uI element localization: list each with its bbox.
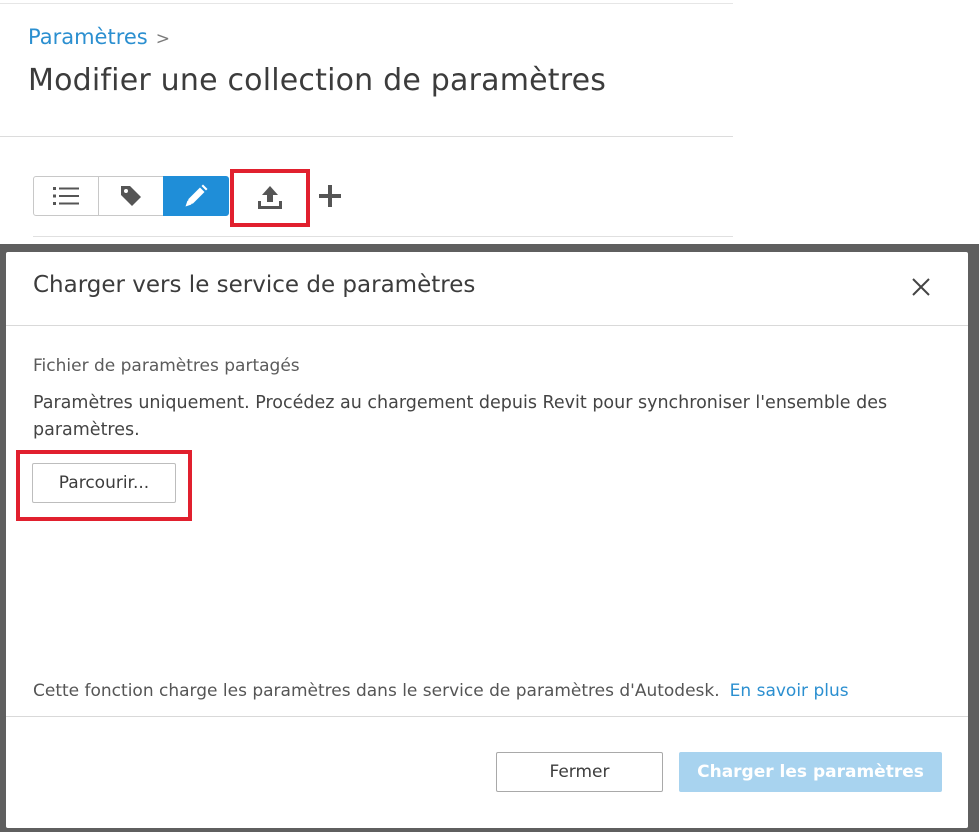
- page-title: Modifier une collection de paramètres: [28, 63, 607, 98]
- tag-icon: [121, 186, 141, 206]
- breadcrumb-link-parametres[interactable]: Paramètres: [28, 25, 148, 49]
- dialog-close-button[interactable]: [906, 272, 936, 302]
- upload-button[interactable]: [230, 168, 310, 227]
- dialog-title: Charger vers le service de paramètres: [33, 272, 476, 298]
- browse-button[interactable]: Parcourir...: [32, 463, 176, 503]
- page-header-panel: Paramètres > Modifier une collection de p…: [0, 0, 733, 244]
- plus-icon: [319, 185, 341, 207]
- toolbar: [33, 168, 344, 227]
- breadcrumb: Paramètres >: [28, 25, 170, 49]
- tag-button[interactable]: [98, 176, 164, 216]
- upload-icon: [258, 185, 282, 209]
- close-button[interactable]: Fermer: [496, 752, 663, 792]
- upload-dialog: Charger vers le service de paramètres Fi…: [6, 252, 968, 828]
- dialog-description: Paramètres uniquement. Procédez au charg…: [33, 393, 888, 440]
- list-icon: [53, 187, 79, 205]
- upload-parameters-button[interactable]: Charger les paramètres: [679, 752, 942, 792]
- dialog-footer-divider: [6, 716, 968, 717]
- learn-more-link[interactable]: En savoir plus: [730, 681, 849, 701]
- dialog-header-divider: [6, 325, 968, 326]
- top-divider: [0, 3, 733, 4]
- add-button[interactable]: [316, 176, 344, 216]
- breadcrumb-separator: >: [155, 29, 170, 49]
- footnote-text: Cette fonction charge les paramètres dan…: [33, 681, 720, 701]
- close-icon: [912, 278, 930, 296]
- pencil-icon: [185, 184, 208, 207]
- toolbar-divider: [33, 236, 733, 237]
- dialog-footnote: Cette fonction charge les paramètres dan…: [33, 681, 849, 701]
- list-view-button[interactable]: [33, 176, 99, 216]
- shared-params-file-label: Fichier de paramètres partagés: [33, 356, 300, 376]
- edit-button[interactable]: [163, 176, 229, 216]
- header-divider: [0, 136, 733, 137]
